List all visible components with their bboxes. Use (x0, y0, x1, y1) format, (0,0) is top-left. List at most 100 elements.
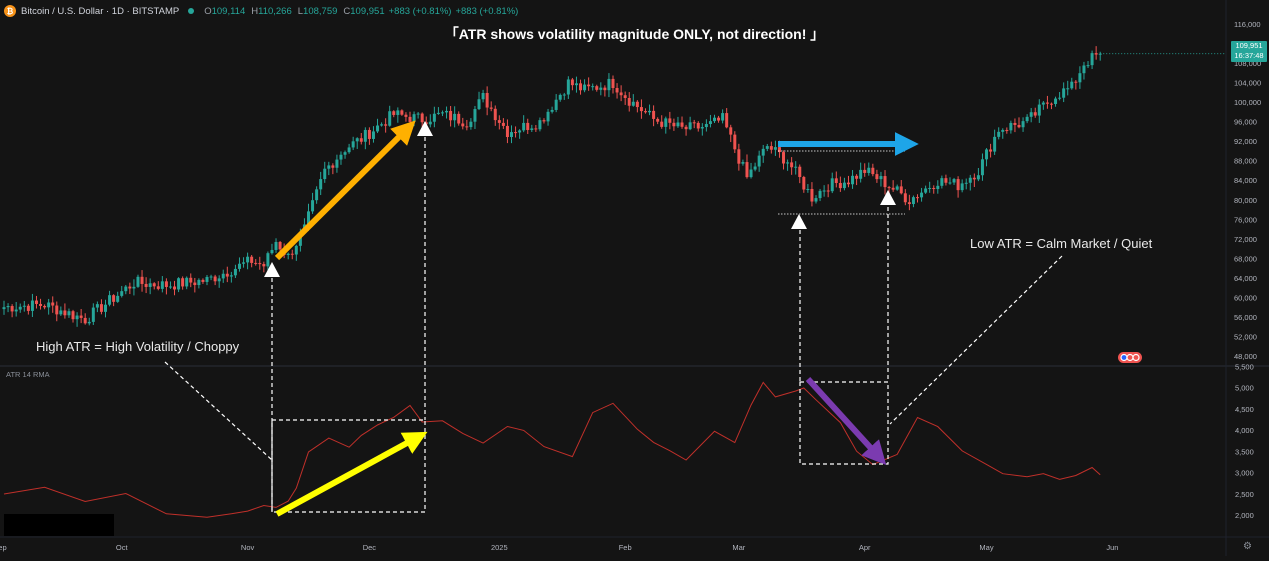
candle-body (83, 317, 87, 324)
chart-svg[interactable]: 116,000112,000108,000104,000100,00096,00… (0, 0, 1269, 556)
candle-body (278, 241, 282, 250)
candle-body (579, 83, 583, 91)
candle-body (619, 92, 623, 96)
atr-axis-label: 5,500 (1235, 362, 1254, 371)
candle-body (676, 122, 680, 127)
candle-body (47, 302, 51, 308)
countdown-value: 16:37:48 (1234, 51, 1264, 60)
candle-body (26, 305, 30, 311)
candle-body (794, 166, 798, 168)
time-axis-label: May (979, 543, 993, 552)
candle-body (1094, 53, 1098, 55)
candle-body (501, 122, 505, 126)
candle-body (867, 167, 871, 173)
candle-body (34, 300, 38, 304)
candle-body (1001, 129, 1005, 132)
candle-body (112, 295, 116, 302)
candle-body (566, 79, 570, 95)
candle-body (684, 126, 688, 130)
candle-body (1013, 122, 1017, 125)
atr-axis-label: 5,000 (1235, 384, 1254, 393)
candle-body (189, 277, 193, 283)
time-axis-label: Nov (241, 543, 255, 552)
candle-body (246, 256, 250, 263)
candle-body (538, 120, 542, 130)
candle-body (497, 120, 501, 123)
candle-body (156, 286, 160, 289)
candle-body (891, 187, 895, 190)
candle-body (851, 175, 855, 185)
candle-body (899, 186, 903, 194)
candle-body (855, 175, 859, 179)
candle-body (920, 192, 924, 198)
candle-body (806, 188, 810, 190)
candle-body (574, 83, 578, 86)
candle-body (782, 152, 786, 164)
candle-body (481, 92, 485, 100)
candle-body (1054, 98, 1058, 104)
candle-body (952, 179, 956, 183)
candle-body (583, 84, 587, 91)
candle-body (936, 185, 940, 190)
candle-body (55, 305, 59, 315)
candle-body (696, 122, 700, 129)
price-axis-label: 60,000 (1234, 293, 1257, 302)
candle-body (976, 175, 980, 180)
candle-body (757, 155, 761, 167)
candle-body (473, 109, 477, 122)
candle-body (388, 111, 392, 126)
annotation-high-atr: High ATR = High Volatility / Choppy (36, 339, 240, 354)
us-flag-icon[interactable] (1118, 352, 1142, 363)
candle-body (22, 305, 26, 307)
candle-body (311, 200, 315, 212)
candle-body (989, 149, 993, 152)
symbol-title[interactable]: Bitcoin / U.S. Dollar · 1D · BITSTAMP (21, 6, 179, 17)
candle-body (173, 286, 177, 290)
candle-body (786, 162, 790, 164)
candle-body (351, 141, 355, 148)
change-value-2: +883 (+0.81%) (455, 5, 519, 17)
candle-body (242, 262, 246, 264)
settings-gear-icon[interactable]: ⚙ (1243, 541, 1252, 552)
low-value: 108,759 (303, 5, 338, 17)
price-axis-label: 64,000 (1234, 274, 1257, 283)
price-axis-label: 76,000 (1234, 215, 1257, 224)
candle-body (672, 122, 676, 127)
atr-indicator-label[interactable]: ATR 14 RMA (6, 370, 50, 379)
candle-body (445, 110, 449, 113)
candle-body (595, 86, 599, 90)
candle-body (704, 124, 708, 128)
candle-body (440, 112, 444, 114)
chart-area[interactable]: 116,000112,000108,000104,000100,00096,00… (0, 0, 1269, 556)
candle-body (611, 78, 615, 89)
atr-axis-label: 4,500 (1235, 405, 1254, 414)
candle-body (883, 176, 887, 188)
candle-body (457, 113, 461, 124)
candle-body (615, 88, 619, 93)
candle-body (769, 146, 773, 150)
candle-body (680, 122, 684, 127)
candle-body (99, 304, 103, 312)
candle-body (71, 311, 75, 320)
price-axis-label: 100,000 (1234, 98, 1261, 107)
candle-body (274, 241, 278, 250)
candle-body (108, 295, 112, 305)
candle-body (120, 291, 124, 296)
candle-body (627, 97, 631, 106)
candle-body (286, 253, 290, 255)
time-axis-label: Sep (0, 543, 7, 552)
candle-body (116, 295, 120, 302)
candle-body (205, 276, 209, 282)
candle-body (91, 307, 95, 322)
candle-body (603, 87, 607, 91)
candle-body (136, 276, 140, 287)
candle-body (1066, 88, 1070, 90)
candle-body (396, 110, 400, 115)
candle-body (725, 113, 729, 128)
candle-body (643, 111, 647, 113)
price-axis-label: 72,000 (1234, 235, 1257, 244)
candle-body (177, 278, 181, 290)
market-status-icon (188, 8, 195, 14)
candle-body (144, 283, 148, 287)
candle-body (128, 286, 132, 289)
